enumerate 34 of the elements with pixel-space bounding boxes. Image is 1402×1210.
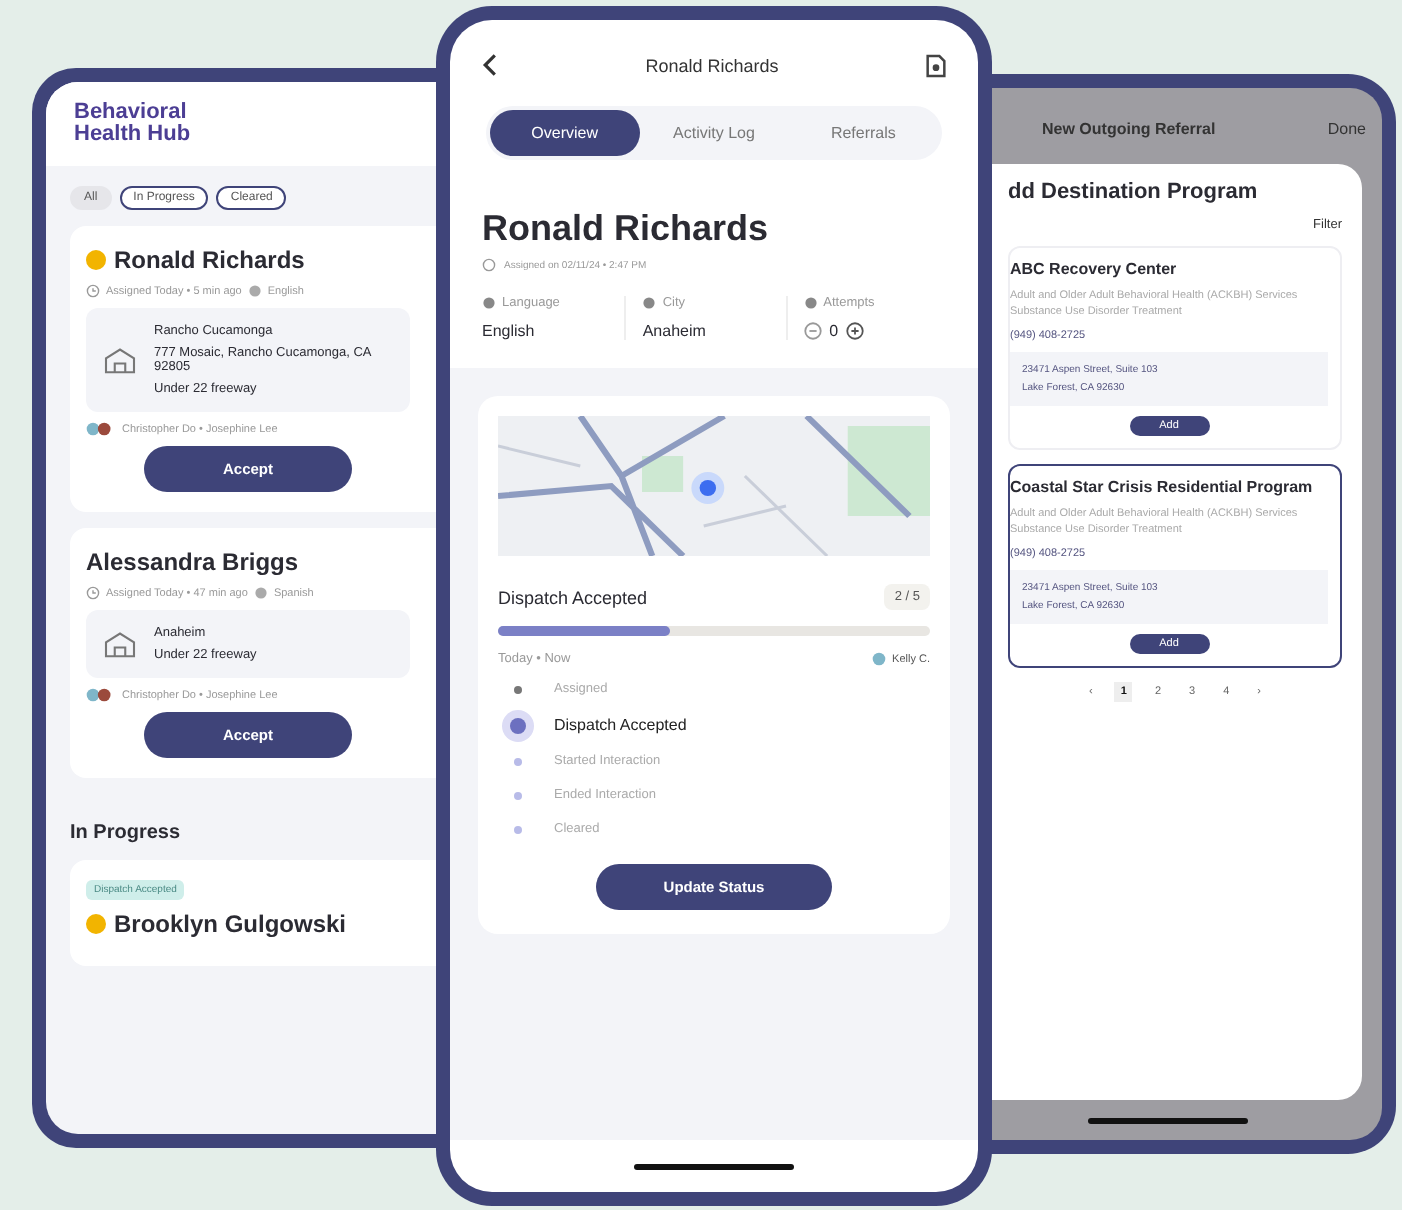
section-heading: In Progress [70,822,183,844]
program-name: Coastal Star Crisis Residential Program [1010,478,1315,496]
avatar-icon [86,688,114,702]
building-icon [102,346,138,374]
avatar-icon [872,652,887,666]
step-marker [510,717,526,733]
app-logo: Behavioral Health Hub [74,102,193,146]
plus-button[interactable] [846,322,865,340]
patient-name: Ronald Richards [480,206,771,252]
sheet-title: New Outgoing Referral [1042,119,1218,137]
program-name: ABC Recovery Center [1010,260,1179,278]
done-button[interactable]: Done [1327,119,1366,137]
step-marker [514,757,522,765]
tab[interactable]: Overview [490,110,640,156]
info-value: English [482,322,537,340]
attempts-count: 0 [829,322,839,340]
back-icon[interactable] [482,52,498,78]
status-title: Dispatch Accepted [498,587,648,607]
minus-button[interactable] [803,322,822,340]
sheet-heading: dd Destination Program [1008,180,1260,204]
step-marker [514,791,522,799]
patient-name: Alessandra Briggs [86,548,299,576]
building-icon [102,630,138,658]
step-label: Dispatch Accepted [554,716,687,734]
document-icon[interactable] [925,53,946,77]
info-value: Anaheim [642,322,708,340]
patient-name: Brooklyn Gulgowski [114,910,347,938]
tab[interactable]: Activity Log [639,110,789,156]
step-marker [514,825,522,833]
screen-title: Ronald Richards [645,55,779,75]
avatar-icon [86,422,114,436]
tab[interactable]: Referrals [788,110,939,156]
patient-name: Ronald Richards [114,246,305,274]
step-marker [514,685,522,693]
